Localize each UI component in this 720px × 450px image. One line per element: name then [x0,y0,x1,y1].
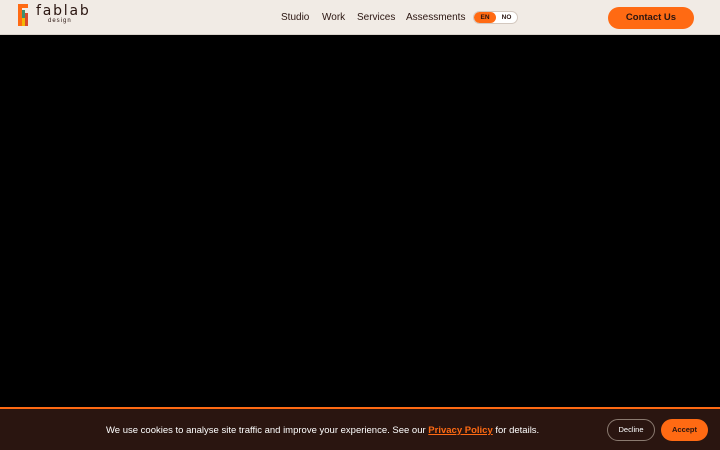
nav-item-studio[interactable]: Studio [281,12,309,24]
hero-media-area [0,35,720,407]
fablab-logo[interactable]: fablab design [18,4,89,26]
language-toggle[interactable]: EN NO [473,11,518,24]
logo-wordmark: fablab [36,3,91,19]
site-header: fablab design Studio Work Services Asses… [0,0,720,35]
cookie-message: We use cookies to analyse site traffic a… [106,425,539,436]
cookie-banner: We use cookies to analyse site traffic a… [0,407,720,450]
logo-subtitle: design [48,18,72,24]
lang-option-no[interactable]: NO [496,12,517,23]
nav-item-assessments[interactable]: Assessments [406,12,465,24]
nav-item-services[interactable]: Services [357,12,395,24]
accept-button[interactable]: Accept [661,419,708,441]
cookie-text-after: for details. [495,425,540,436]
privacy-policy-link[interactable]: Privacy Policy [428,425,492,436]
lang-option-en[interactable]: EN [474,12,496,23]
cookie-text-before: We use cookies to analyse site traffic a… [106,425,426,436]
decline-button[interactable]: Decline [607,419,655,441]
logo-mark-icon [18,4,28,26]
contact-us-button[interactable]: Contact Us [608,7,694,29]
nav-item-work[interactable]: Work [322,12,345,24]
